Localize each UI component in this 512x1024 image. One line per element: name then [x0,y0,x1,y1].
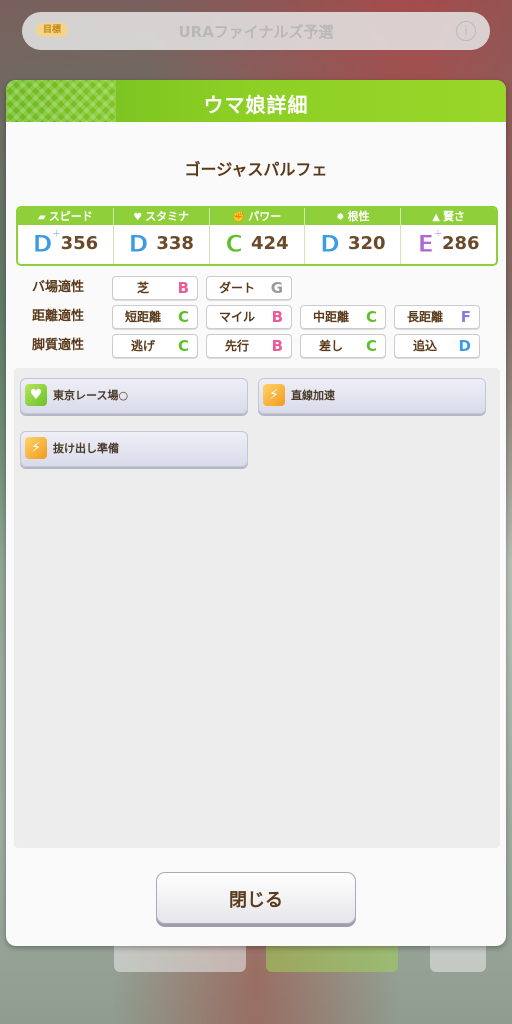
aptitude-name: 差し [318,339,343,353]
stat-label: ♥ スタミナ [113,208,209,225]
aptitude-grade: C [365,308,377,326]
aptitude-label: 脚質適性 [32,338,85,353]
aptitude-style-0: 逃げ C [112,334,198,358]
aptitude-name: ダート [218,281,255,295]
aptitude-distance-0: 短距離 C [112,305,198,329]
aptitude-style-3: 追込 D [394,334,480,358]
stat-grade: D + [32,225,62,258]
aptitude-grade: C [177,308,189,326]
stat-label-text: 賢さ [442,210,465,223]
stat-grade: C [225,229,244,258]
skill-list: ♥ 東京レース場○ ⚡ 直線加速 ⚡ 抜け出し準備 [14,368,500,848]
skill-item[interactable]: ♥ 東京レース場○ [20,378,248,414]
dialog-header: ウマ娘詳細 [6,80,506,122]
stat-label: ▰ スピード [18,208,113,225]
running-skill-icon: ⚡ [263,384,285,406]
stat-0: ▰ スピード D +356 [18,208,114,264]
heart-icon: ♥ [133,212,143,223]
aptitude-distance-3: 長距離 F [394,305,480,329]
objective-text: URAファイナルズ予選 [178,23,334,41]
aptitude-name: 先行 [224,339,249,353]
stat-grade: E + [417,225,443,258]
skill-item[interactable]: ⚡ 直線加速 [258,378,486,414]
stat-label-text: スピード [48,210,93,223]
aptitude-name: 逃げ [130,339,155,353]
flame-icon: ✹ [336,212,345,223]
aptitude-style-1: 先行 B [206,334,292,358]
stat-value: 286 [442,233,480,254]
aptitude-name: 中距離 [312,310,349,324]
stat-grade: D [320,229,341,258]
aptitude-style-2: 差し C [300,334,386,358]
skill-name: 東京レース場○ [53,389,129,402]
close-button[interactable]: 閉じる [156,872,356,924]
aptitude-grade: B [271,337,283,355]
stat-grade-plus: + [51,225,62,240]
aptitude-label: 距離適性 [32,309,85,324]
aptitude-distance-1: マイル B [206,305,292,329]
stat-value: 338 [156,233,194,254]
aptitude-label: バ場適性 [32,280,85,295]
stats-panel: ▰ スピード D +356 ♥ スタミナ D 338 ✊ パワー C 424 ✹ 根性 D 320 ▲ 賢さ E +2… [16,206,498,266]
info-icon: i [456,21,476,41]
graduation-cap-icon: ▲ [432,212,440,223]
stat-1: ♥ スタミナ D 338 [113,208,210,264]
stat-value: 424 [251,233,289,254]
aptitude-distance-2: 中距離 C [300,305,386,329]
aptitude-grade: D [458,337,471,355]
uma-detail-dialog: ウマ娘詳細 ゴージャスパルフェ ▰ スピード D +356 ♥ スタミナ D 338 ✊ パワー C… [6,80,506,946]
aptitude-track-1: ダート G [206,276,292,300]
stat-value: 320 [347,233,386,254]
stat-label: ▲ 賢さ [401,208,496,225]
muscle-icon: ✊ [232,212,246,223]
aptitude-name: 短距離 [124,310,161,324]
skill-name: 直線加速 [291,389,335,402]
stat-label-text: パワー [248,210,282,223]
aptitude-name: マイル [218,310,255,324]
stat-3: ✹ 根性 D 320 [305,208,402,264]
aptitude-grade: F [460,308,471,326]
shoe-icon: ▰ [38,212,46,223]
skill-name: 抜け出し準備 [53,442,119,455]
heart-skill-icon: ♥ [25,384,47,406]
stat-value: 356 [60,233,99,254]
objective-banner: 目標 URAファイナルズ予選 i [22,12,490,50]
stat-grade: D [128,229,149,258]
stat-2: ✊ パワー C 424 [209,208,306,264]
aptitude-grade: C [365,337,377,355]
stat-label: ✊ パワー [209,208,305,225]
stat-label: ✹ 根性 [305,208,401,225]
aptitude-grade: B [177,279,189,297]
stat-label-text: スタミナ [145,210,190,223]
stat-label-text: 根性 [347,210,370,223]
aptitude-name: 芝 [136,281,149,295]
close-button-label: 閉じる [229,890,283,911]
uma-name: ゴージャスパルフェ [184,160,328,179]
aptitude-name: 追込 [412,339,437,353]
aptitude-track-0: 芝B [112,276,198,300]
aptitude-grade: C [177,337,189,355]
running-skill-icon: ⚡ [25,437,47,459]
aptitude-grade: B [271,308,283,326]
stat-4: ▲ 賢さ E +286 [401,208,496,264]
stat-grade-plus: + [432,225,443,240]
aptitude-name: 長距離 [406,310,443,324]
aptitude-grade: G [270,279,283,297]
dialog-title: ウマ娘詳細 [203,93,309,117]
skill-item[interactable]: ⚡ 抜け出し準備 [20,431,248,467]
